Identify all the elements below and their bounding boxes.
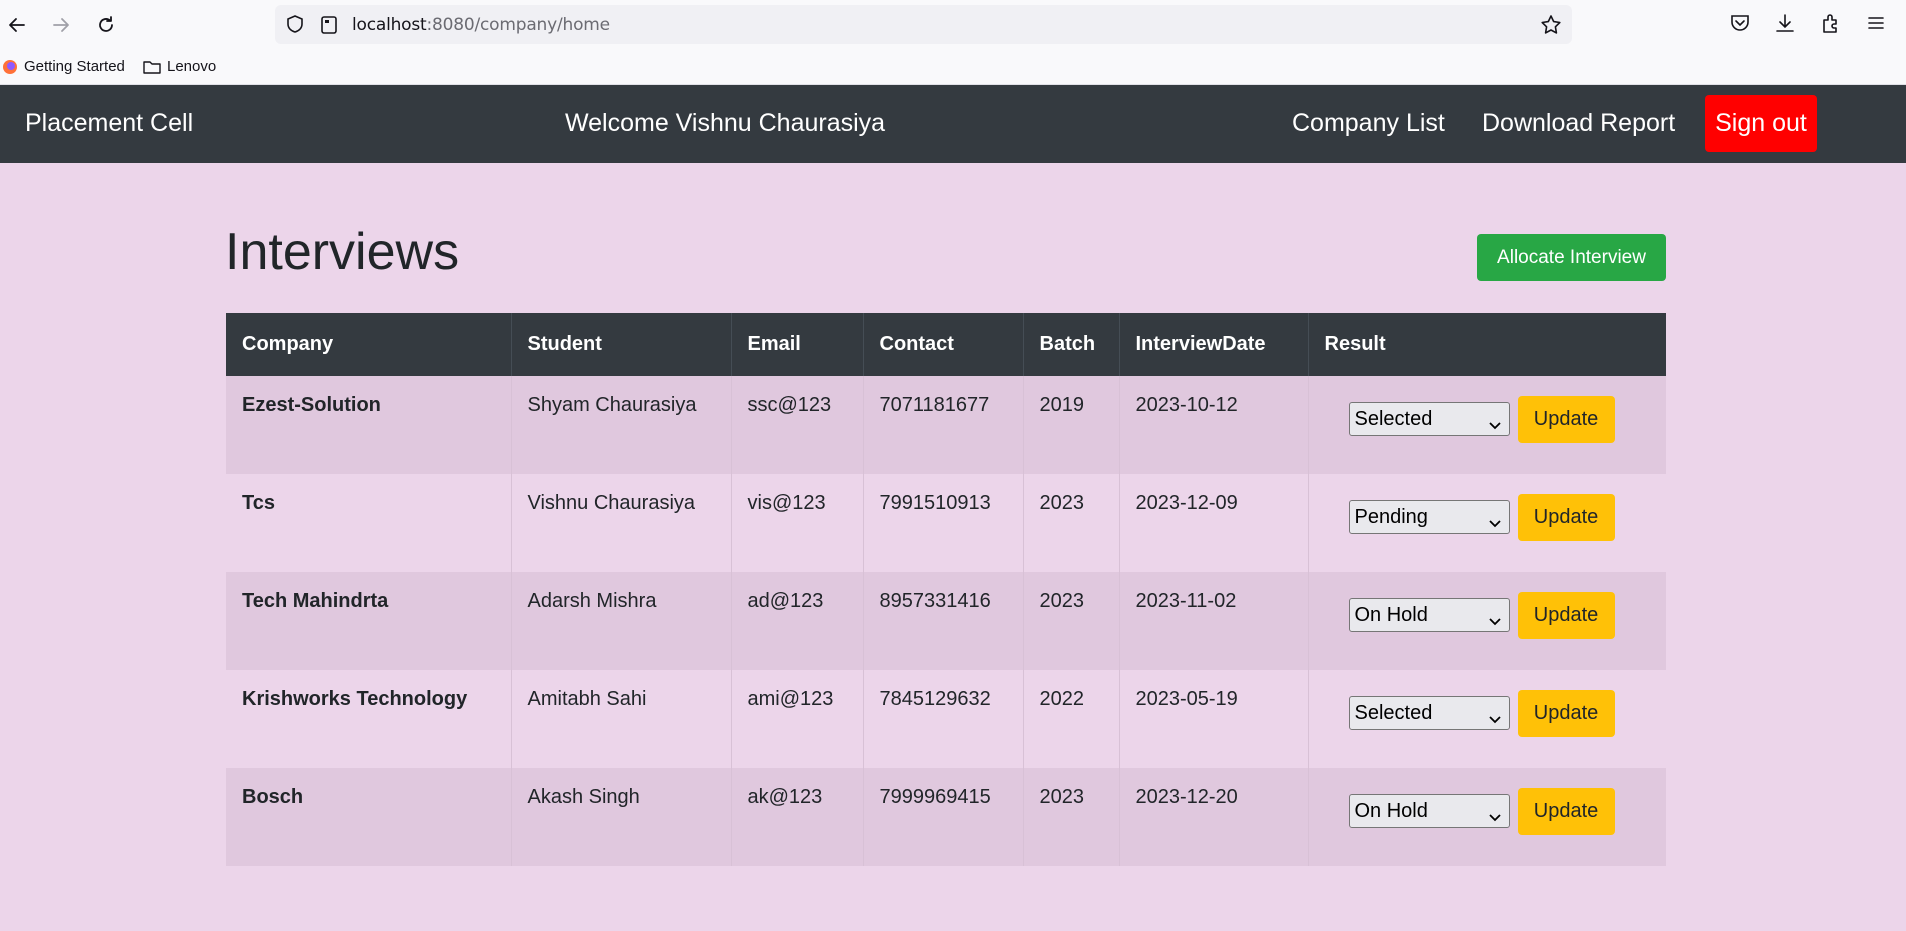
chevron-down-icon [1488, 511, 1501, 534]
header-email: Email [731, 313, 864, 376]
cell-email: vis@123 [731, 474, 864, 572]
cell-batch: 2023 [1023, 572, 1120, 670]
result-select-value: On Hold [1354, 800, 1428, 822]
header-interview-date: InterviewDate [1119, 313, 1309, 376]
cell-student: Akash Singh [511, 768, 732, 866]
cell-date: 2023-10-12 [1119, 376, 1309, 474]
cell-batch: 2023 [1023, 768, 1120, 866]
update-button[interactable]: Update [1517, 690, 1615, 737]
cell-company: Tcs [226, 474, 512, 572]
cell-date: 2023-12-20 [1119, 768, 1309, 866]
tracking-shield-icon[interactable] [285, 14, 305, 39]
cell-student: Shyam Chaurasiya [511, 376, 732, 474]
page-info-icon[interactable] [320, 15, 338, 40]
table-row: Ezest-Solution Shyam Chaurasiya ssc@123 … [226, 376, 1666, 474]
header-contact: Contact [863, 313, 1024, 376]
menu-icon[interactable] [1865, 12, 1887, 39]
result-select[interactable]: Pending [1348, 500, 1510, 534]
extensions-icon[interactable] [1820, 12, 1842, 39]
bookmark-getting-started[interactable]: Getting Started [2, 58, 125, 75]
table-row: Krishworks Technology Amitabh Sahi ami@1… [226, 670, 1666, 768]
brand-link[interactable]: Placement Cell [25, 109, 193, 138]
header-batch: Batch [1023, 313, 1120, 376]
result-select-value: Selected [1354, 408, 1433, 430]
cell-batch: 2023 [1023, 474, 1120, 572]
cell-date: 2023-11-02 [1119, 572, 1309, 670]
update-button[interactable]: Update [1517, 592, 1615, 639]
cell-email: ak@123 [731, 768, 864, 866]
signout-button[interactable]: Sign out [1705, 95, 1817, 152]
cell-date: 2023-12-09 [1119, 474, 1309, 572]
cell-batch: 2019 [1023, 376, 1120, 474]
update-button[interactable]: Update [1517, 788, 1615, 835]
header-student: Student [511, 313, 732, 376]
cell-email: ad@123 [731, 572, 864, 670]
url-host: localhost [352, 15, 427, 35]
nav-download-report[interactable]: Download Report [1482, 109, 1675, 138]
cell-contact: 7845129632 [863, 670, 1024, 768]
welcome-text: Welcome Vishnu Chaurasiya [565, 109, 886, 137]
cell-company: Tech Mahindrta [226, 572, 512, 670]
cell-email: ssc@123 [731, 376, 864, 474]
header-result: Result [1324, 333, 1386, 355]
cell-contact: 7991510913 [863, 474, 1024, 572]
chevron-down-icon [1488, 707, 1501, 730]
cell-result: Pending Update [1308, 474, 1666, 572]
table-row: Tech Mahindrta Adarsh Mishra ad@123 8957… [226, 572, 1666, 670]
cell-contact: 8957331416 [863, 572, 1024, 670]
table-header-row: Company Student Email Contact Batch Inte… [226, 313, 1666, 376]
cell-batch: 2022 [1023, 670, 1120, 768]
downloads-icon[interactable] [1774, 12, 1796, 39]
table-row: Bosch Akash Singh ak@123 7999969415 2023… [226, 768, 1666, 866]
cell-company: Bosch [226, 768, 512, 866]
chevron-down-icon [1488, 609, 1501, 632]
cell-student: Amitabh Sahi [511, 670, 732, 768]
url-path: :8080/company/home [426, 15, 611, 35]
nav-company-list[interactable]: Company List [1292, 109, 1445, 138]
cell-contact: 7071181677 [863, 376, 1024, 474]
page-title: Interviews [225, 223, 460, 281]
bookmark-label: Lenovo [167, 58, 217, 75]
pocket-icon[interactable] [1729, 12, 1751, 39]
result-select-value: On Hold [1354, 604, 1428, 626]
cell-result: On Hold Update [1308, 572, 1666, 670]
bookmark-star-icon[interactable] [1540, 14, 1562, 41]
chevron-down-icon [1488, 805, 1501, 828]
bookmark-lenovo[interactable]: Lenovo [143, 58, 216, 75]
folder-icon [143, 59, 161, 75]
bookmark-label: Getting Started [24, 58, 125, 75]
result-select[interactable]: Selected [1348, 696, 1510, 730]
update-button[interactable]: Update [1517, 494, 1615, 541]
cell-result: Selected Update [1308, 670, 1666, 768]
cell-result: Selected Update [1308, 376, 1666, 474]
cell-company: Krishworks Technology [226, 670, 512, 768]
reload-icon[interactable] [93, 12, 119, 38]
chevron-down-icon [1488, 413, 1501, 436]
allocate-interview-button[interactable]: Allocate Interview [1477, 234, 1666, 281]
cell-result: On Hold Update [1308, 768, 1666, 866]
url-text[interactable]: localhost:8080/company/home [352, 15, 610, 35]
cell-company: Ezest-Solution [226, 376, 512, 474]
cell-contact: 7999969415 [863, 768, 1024, 866]
header-company: Company [226, 313, 512, 376]
back-arrow-icon[interactable] [4, 12, 30, 38]
forward-arrow-icon[interactable] [48, 12, 74, 38]
cell-student: Adarsh Mishra [511, 572, 732, 670]
result-select-value: Pending [1354, 506, 1428, 528]
firefox-icon [2, 59, 18, 75]
cell-student: Vishnu Chaurasiya [511, 474, 732, 572]
update-button[interactable]: Update [1517, 396, 1615, 443]
bookmarks-bar: Getting Started Lenovo [0, 50, 1906, 85]
result-select[interactable]: On Hold [1348, 598, 1510, 632]
result-select[interactable]: Selected [1348, 402, 1510, 436]
cell-date: 2023-05-19 [1119, 670, 1309, 768]
interviews-table: Company Student Email Contact Batch Inte… [226, 313, 1666, 866]
app-navbar: Placement Cell Welcome Vishnu Chaurasiya… [0, 85, 1906, 163]
result-select-value: Selected [1354, 702, 1433, 724]
address-bar[interactable]: localhost:8080/company/home [275, 5, 1572, 44]
table-row: Tcs Vishnu Chaurasiya vis@123 7991510913… [226, 474, 1666, 572]
result-select[interactable]: On Hold [1348, 794, 1510, 828]
cell-email: ami@123 [731, 670, 864, 768]
browser-toolbar: localhost:8080/company/home [0, 0, 1906, 50]
